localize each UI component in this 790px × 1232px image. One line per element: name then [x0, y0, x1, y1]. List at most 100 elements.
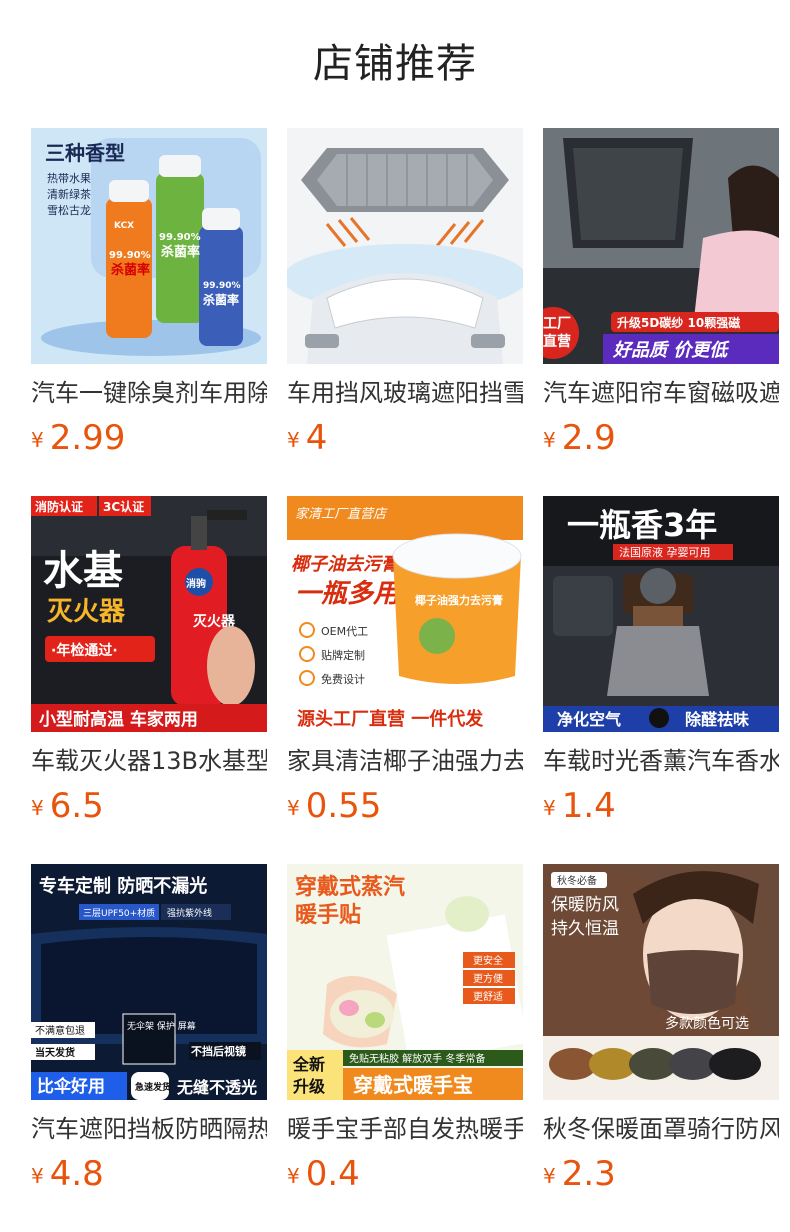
- image-text: 无缝不透光: [176, 1078, 257, 1097]
- image-text: 一瓶多用: [295, 579, 402, 609]
- image-text: 杀菌率: [111, 262, 150, 278]
- air-freshener-spray-image[interactable]: 三种香型 热带水果 清新绿茶 雪松古龙 KCX 99.90% 杀菌率 99.90…: [31, 128, 267, 364]
- image-text: 热带水果: [47, 172, 91, 185]
- price-value: 2.9: [561, 418, 616, 458]
- umbrella-sunshade-image[interactable]: 专车定制 防晒不漏光 三层UPF50+材质 强抗紫外线 不满意包退 当天发货 无…: [31, 864, 267, 1100]
- currency-symbol: ¥: [31, 1164, 44, 1188]
- image-text: 穿戴式蒸汽: [295, 874, 405, 900]
- image-text: ·年检通过·: [51, 642, 118, 659]
- image-text: 免贴无粘胶 解放双手 冬季常备: [349, 1052, 485, 1065]
- image-text: 灭火器: [47, 597, 126, 627]
- product-name[interactable]: 车用挡风玻璃遮阳挡雪防霜罩: [287, 376, 523, 410]
- product-price: ¥0.55: [287, 784, 381, 828]
- product-name[interactable]: 秋冬保暖面罩骑行防风口罩: [543, 1112, 779, 1146]
- image-text: 椰子油去污膏: [291, 554, 402, 575]
- price-value: 0.4: [305, 1154, 360, 1194]
- window-sunshade-image[interactable]: 工厂 直营 升级5D碳纱 10颗强磁 好品质 价更低: [543, 128, 779, 364]
- image-text: 暖手贴: [295, 902, 361, 928]
- currency-symbol: ¥: [287, 428, 300, 452]
- image-text: 法国原液 孕婴可用: [619, 545, 711, 559]
- windshield-cover-image[interactable]: [287, 128, 523, 364]
- product-name[interactable]: 车载时光香薰汽车香水摆件: [543, 744, 779, 778]
- product-name[interactable]: 汽车遮阳挡板防晒隔热遮阳伞: [31, 1112, 267, 1146]
- product-price: ¥4: [287, 416, 327, 460]
- product-price: ¥0.4: [287, 1152, 360, 1196]
- image-text: 秋冬必备: [557, 874, 597, 887]
- image-text: 椰子油强力去污膏: [415, 593, 503, 607]
- image-text: 三层UPF50+材质: [83, 907, 155, 919]
- image-text: 消防认证: [35, 499, 83, 514]
- image-text: 更安全: [473, 954, 503, 967]
- page-title: 店铺推荐: [313, 41, 477, 87]
- product-price: ¥4.8: [31, 1152, 104, 1196]
- image-text: 升级: [293, 1077, 326, 1096]
- image-text: 贴牌定制: [321, 648, 365, 662]
- image-text: 杀菌率: [161, 244, 200, 260]
- product-price: ¥2.99: [31, 416, 125, 460]
- cleaning-paste-image[interactable]: 家清工厂直营店 椰子油去污膏 一瓶多用 OEM代工 贴牌定制 免费设计 椰子油强…: [287, 496, 523, 732]
- image-text: 更舒适: [473, 990, 503, 1003]
- hand-warmer-image[interactable]: 穿戴式蒸汽 暖手贴 更安全 更方便 更舒适 免贴无粘胶 解放双手 冬季常备 全新…: [287, 864, 523, 1100]
- image-text: 专车定制 防晒不漏光: [39, 875, 207, 897]
- image-text: 不满意包退: [35, 1024, 85, 1037]
- product-name[interactable]: 暖手宝手部自发热暖手贴: [287, 1112, 523, 1146]
- image-text: 当天发货: [35, 1046, 75, 1059]
- image-text: 水基: [43, 548, 123, 594]
- face-mask-image[interactable]: 秋冬必备 保暖防风 持久恒温 多款颜色可选: [543, 864, 779, 1100]
- product-price: ¥2.3: [543, 1152, 616, 1196]
- image-text: OEM代工: [321, 625, 368, 638]
- image-text: 多款颜色可选: [665, 1015, 749, 1032]
- image-text: 强抗紫外线: [167, 907, 212, 919]
- image-text: 更方便: [473, 972, 503, 985]
- image-text: 除醛祛味: [685, 710, 749, 729]
- image-text: 工厂: [543, 316, 571, 332]
- product-name[interactable]: 汽车遮阳帘车窗磁吸遮阳挡: [543, 376, 779, 410]
- product-price: ¥2.9: [543, 416, 616, 460]
- image-text: 无伞架 保护 屏幕: [127, 1020, 196, 1032]
- image-text: 源头工厂直营 一件代发: [297, 708, 484, 730]
- price-value: 4.8: [49, 1154, 104, 1194]
- product-name[interactable]: 汽车一键除臭剂车用除味杀菌消毒喷雾: [31, 376, 267, 410]
- currency-symbol: ¥: [31, 796, 44, 820]
- image-text: 升级5D碳纱 10颗强磁: [617, 315, 740, 330]
- image-text: 保暖防风: [551, 895, 619, 915]
- car-aroma-image[interactable]: 一瓶香3年 法国原液 孕婴可用 净化空气 除醛祛味: [543, 496, 779, 732]
- image-text: 家清工厂直营店: [295, 506, 388, 522]
- image-text: 雪松古龙: [47, 203, 91, 217]
- currency-symbol: ¥: [543, 796, 556, 820]
- image-text: 急速发货: [135, 1081, 171, 1093]
- product-name[interactable]: 家具清洁椰子油强力去污膏: [287, 744, 523, 778]
- image-text: 全新: [292, 1055, 325, 1074]
- image-text: 杀菌率: [203, 292, 239, 307]
- image-text: 99.90%: [159, 232, 201, 243]
- image-text: 穿戴式暖手宝: [353, 1073, 473, 1097]
- image-text: 3C认证: [103, 499, 144, 514]
- currency-symbol: ¥: [543, 1164, 556, 1188]
- image-text: 直营: [543, 333, 571, 350]
- image-text: 三种香型: [45, 141, 125, 165]
- image-text: 一瓶香3年: [567, 506, 717, 544]
- fire-extinguisher-image[interactable]: 消防认证 3C认证 水基 灭火器 ·年检通过· 消驹 灭火器 小型耐高温 车家两…: [31, 496, 267, 732]
- price-value: 1.4: [561, 786, 616, 826]
- price-value: 2.99: [49, 418, 126, 458]
- image-text: 99.90%: [203, 281, 241, 291]
- currency-symbol: ¥: [287, 1164, 300, 1188]
- price-value: 0.55: [305, 786, 382, 826]
- image-text: 不挡后视镜: [191, 1044, 246, 1058]
- product-name[interactable]: 车载灭火器13B水基型灭火器: [31, 744, 267, 778]
- currency-symbol: ¥: [31, 428, 44, 452]
- price-value: 2.3: [561, 1154, 616, 1194]
- price-value: 4: [305, 418, 328, 458]
- currency-symbol: ¥: [287, 796, 300, 820]
- image-text: 免费设计: [321, 672, 365, 686]
- product-price: ¥6.5: [31, 784, 104, 828]
- image-text: 持久恒温: [551, 919, 619, 939]
- image-text: 比伞好用: [37, 1076, 105, 1097]
- image-text: 清新绿茶: [47, 187, 91, 201]
- image-text: 小型耐高温 车家两用: [39, 709, 198, 730]
- product-price: ¥1.4: [543, 784, 616, 828]
- price-value: 6.5: [49, 786, 104, 826]
- currency-symbol: ¥: [543, 428, 556, 452]
- image-text: KCX: [114, 221, 134, 231]
- image-text: 99.90%: [109, 250, 151, 261]
